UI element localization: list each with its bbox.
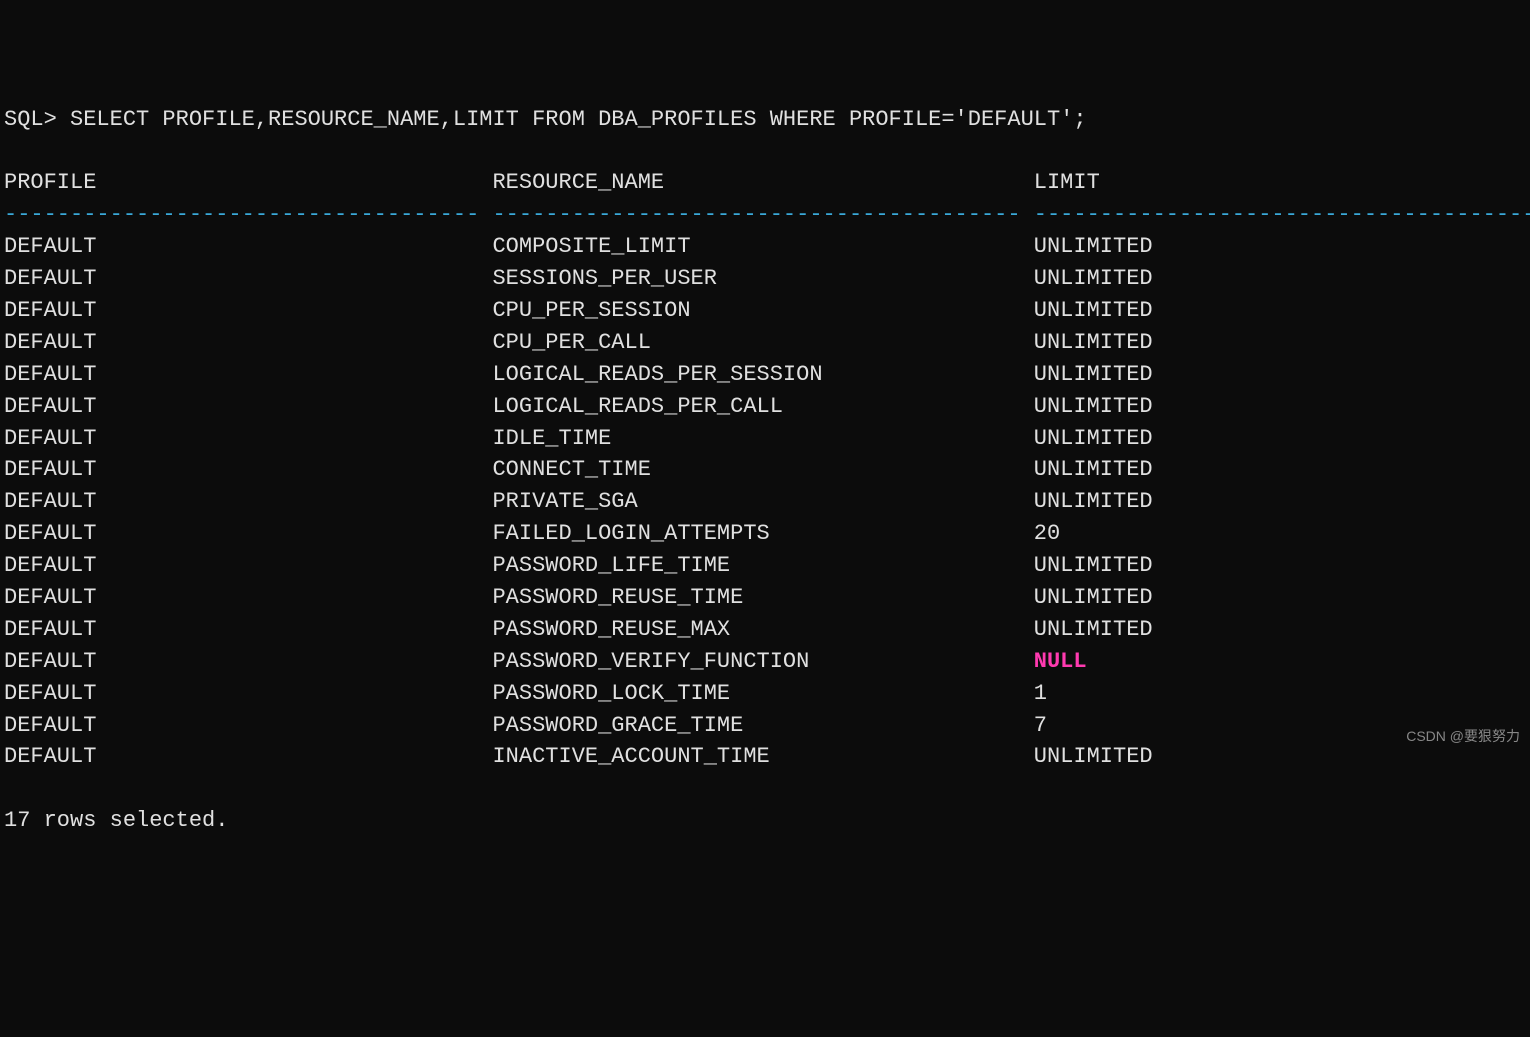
table-row: DEFAULT LOGICAL_READS_PER_SESSION UNLIMI… (4, 362, 1153, 387)
limit-value: 20 (1034, 521, 1060, 546)
profile-value: DEFAULT (4, 457, 479, 482)
profile-value: DEFAULT (4, 649, 479, 674)
csdn-watermark: CSDN @要狠努力 (1406, 726, 1520, 746)
profile-value: DEFAULT (4, 713, 479, 738)
table-row: DEFAULT PASSWORD_VERIFY_FUNCTION NULL (4, 649, 1087, 674)
limit-value: UNLIMITED (1034, 362, 1153, 387)
profile-value: DEFAULT (4, 394, 479, 419)
profile-value: DEFAULT (4, 298, 479, 323)
limit-value: UNLIMITED (1034, 298, 1153, 323)
resource-name-value: COMPOSITE_LIMIT (492, 234, 1020, 259)
resource-name-value: PASSWORD_REUSE_MAX (492, 617, 1020, 642)
table-row: DEFAULT PASSWORD_REUSE_TIME UNLIMITED (4, 585, 1153, 610)
resource-name-value: PASSWORD_VERIFY_FUNCTION (492, 649, 1020, 674)
resource-name-value: LOGICAL_READS_PER_SESSION (492, 362, 1020, 387)
resource-name-value: PASSWORD_GRACE_TIME (492, 713, 1020, 738)
limit-value: UNLIMITED (1034, 744, 1153, 769)
table-row: DEFAULT CPU_PER_SESSION UNLIMITED (4, 298, 1153, 323)
table-row: DEFAULT CPU_PER_CALL UNLIMITED (4, 330, 1153, 355)
profile-value: DEFAULT (4, 585, 479, 610)
limit-value: UNLIMITED (1034, 426, 1153, 451)
table-row: DEFAULT PRIVATE_SGA UNLIMITED (4, 489, 1153, 514)
limit-value: UNLIMITED (1034, 234, 1153, 259)
sql-query: SELECT PROFILE,RESOURCE_NAME,LIMIT FROM … (70, 107, 1087, 132)
table-row: DEFAULT CONNECT_TIME UNLIMITED (4, 457, 1153, 482)
limit-value: UNLIMITED (1034, 266, 1153, 291)
profile-value: DEFAULT (4, 617, 479, 642)
resource-name-value: FAILED_LOGIN_ATTEMPTS (492, 521, 1020, 546)
result-rows: DEFAULT COMPOSITE_LIMIT UNLIMITED DEFAUL… (4, 231, 1526, 773)
limit-value: UNLIMITED (1034, 553, 1153, 578)
limit-value: UNLIMITED (1034, 394, 1153, 419)
limit-value: UNLIMITED (1034, 585, 1153, 610)
profile-value: DEFAULT (4, 330, 479, 355)
resource-name-value: PASSWORD_REUSE_TIME (492, 585, 1020, 610)
sql-prompt-line: SQL> SELECT PROFILE,RESOURCE_NAME,LIMIT … (4, 107, 1087, 132)
profile-value: DEFAULT (4, 489, 479, 514)
terminal-output: SQL> SELECT PROFILE,RESOURCE_NAME,LIMIT … (4, 104, 1526, 837)
resource-name-value: CPU_PER_CALL (492, 330, 1020, 355)
column-headers: PROFILE RESOURCE_NAME LIMIT (4, 170, 1100, 195)
resource-name-value: CONNECT_TIME (492, 457, 1020, 482)
profile-value: DEFAULT (4, 521, 479, 546)
resource-name-value: LOGICAL_READS_PER_CALL (492, 394, 1020, 419)
table-row: DEFAULT IDLE_TIME UNLIMITED (4, 426, 1153, 451)
limit-null-value: NULL (1034, 649, 1087, 674)
profile-value: DEFAULT (4, 553, 479, 578)
rows-selected-footer: 17 rows selected. (4, 808, 228, 833)
table-row: DEFAULT PASSWORD_GRACE_TIME 7 (4, 713, 1047, 738)
column-dividers: ------------------------------------ ---… (4, 202, 1530, 227)
limit-value: UNLIMITED (1034, 457, 1153, 482)
limit-value: 7 (1034, 713, 1047, 738)
profile-value: DEFAULT (4, 234, 479, 259)
limit-value: 1 (1034, 681, 1047, 706)
profile-value: DEFAULT (4, 681, 479, 706)
limit-value: UNLIMITED (1034, 489, 1153, 514)
table-row: DEFAULT INACTIVE_ACCOUNT_TIME UNLIMITED (4, 744, 1153, 769)
resource-name-value: IDLE_TIME (492, 426, 1020, 451)
table-row: DEFAULT COMPOSITE_LIMIT UNLIMITED (4, 234, 1153, 259)
profile-value: DEFAULT (4, 426, 479, 451)
profile-value: DEFAULT (4, 362, 479, 387)
profile-value: DEFAULT (4, 744, 479, 769)
table-row: DEFAULT LOGICAL_READS_PER_CALL UNLIMITED (4, 394, 1153, 419)
sql-prompt: SQL> (4, 107, 70, 132)
profile-value: DEFAULT (4, 266, 479, 291)
table-row: DEFAULT PASSWORD_LOCK_TIME 1 (4, 681, 1047, 706)
resource-name-value: CPU_PER_SESSION (492, 298, 1020, 323)
resource-name-value: INACTIVE_ACCOUNT_TIME (492, 744, 1020, 769)
resource-name-value: PRIVATE_SGA (492, 489, 1020, 514)
table-row: DEFAULT PASSWORD_REUSE_MAX UNLIMITED (4, 617, 1153, 642)
resource-name-value: SESSIONS_PER_USER (492, 266, 1020, 291)
limit-value: UNLIMITED (1034, 330, 1153, 355)
resource-name-value: PASSWORD_LIFE_TIME (492, 553, 1020, 578)
table-row: DEFAULT FAILED_LOGIN_ATTEMPTS 20 (4, 521, 1060, 546)
table-row: DEFAULT PASSWORD_LIFE_TIME UNLIMITED (4, 553, 1153, 578)
resource-name-value: PASSWORD_LOCK_TIME (492, 681, 1020, 706)
limit-value: UNLIMITED (1034, 617, 1153, 642)
table-row: DEFAULT SESSIONS_PER_USER UNLIMITED (4, 266, 1153, 291)
